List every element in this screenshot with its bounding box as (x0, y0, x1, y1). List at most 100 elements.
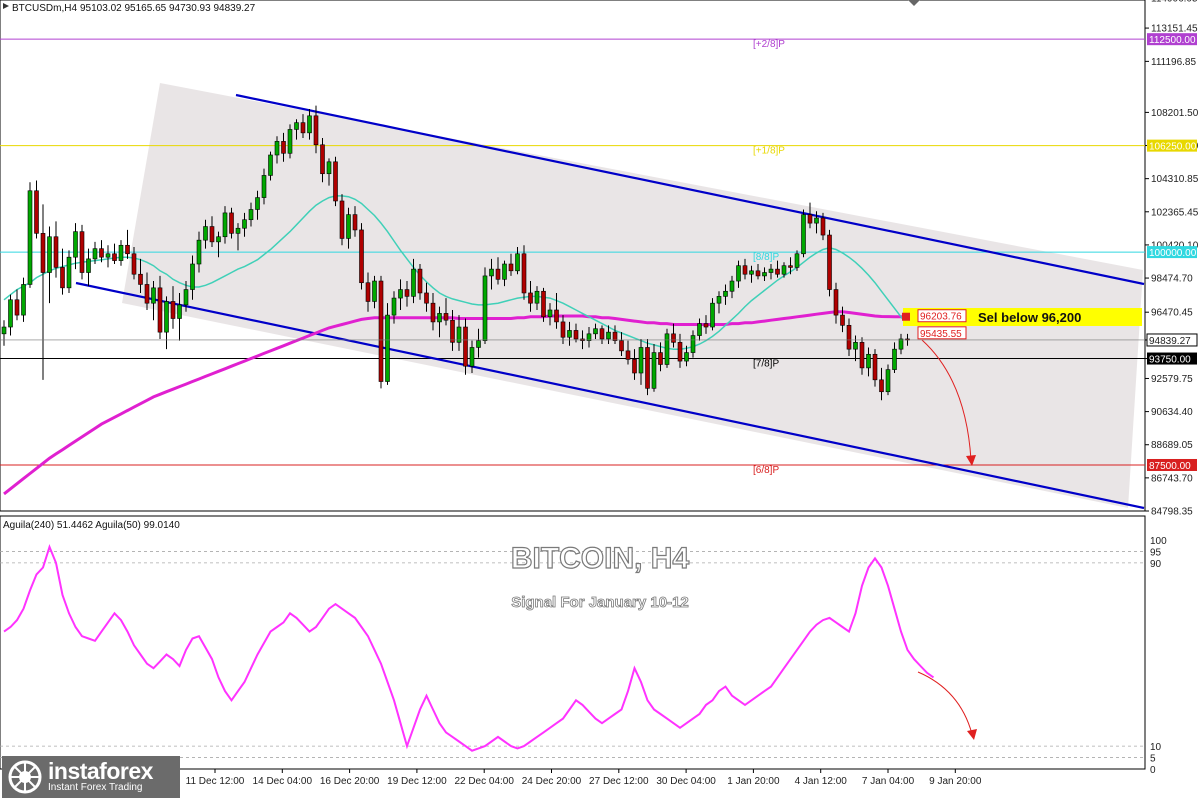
indicator-tick-label: 0 (1150, 765, 1156, 776)
candle-body (203, 226, 208, 241)
candle-body (788, 265, 793, 268)
candle-body (762, 272, 767, 277)
candle-body (534, 290, 540, 304)
candle (827, 229, 832, 297)
candle-body (508, 263, 514, 272)
candle-body (112, 253, 117, 261)
murrey-label: [8/8]P (753, 252, 779, 263)
chart-canvas: [+2/8]P [+1/8]P [8/8]P [7/8]P [6/8]P Sel bel… (0, 0, 1199, 787)
candle-body (222, 212, 228, 238)
candle-body (573, 330, 579, 340)
candle-body (833, 289, 839, 316)
candle-body (378, 280, 384, 382)
candle-body (209, 226, 215, 243)
candle-body (196, 239, 202, 265)
price-tick-label: 92579.75 (1151, 374, 1193, 385)
candle-body (801, 214, 806, 255)
candle-body (255, 197, 260, 210)
candle-body (21, 284, 26, 316)
candle-body (469, 347, 475, 367)
price-tick-label: 84798.35 (1151, 507, 1193, 518)
price-tick-label: 113151.45 (1151, 24, 1198, 35)
candle-body (723, 290, 728, 297)
candle (359, 223, 364, 290)
price-tick-label: 102365.45 (1151, 207, 1199, 218)
candle-body (664, 333, 670, 365)
candle-body (710, 302, 715, 328)
candle-body (866, 353, 871, 369)
candle-body (521, 253, 527, 294)
candle-body (157, 287, 163, 333)
candle-body (476, 340, 481, 348)
candle (710, 298, 715, 331)
candle-body (677, 342, 683, 362)
candle (339, 194, 345, 246)
time-tick-label: 16 Dec 20:00 (320, 776, 380, 787)
level-box-label: 95435.55 (920, 329, 962, 340)
candle-body (14, 299, 20, 316)
candle-body (515, 253, 520, 272)
candle (27, 182, 33, 288)
candle-body (261, 175, 267, 198)
candle-body (333, 161, 338, 202)
candle-body (859, 342, 865, 369)
candle-body (27, 190, 33, 285)
murrey-label: [+1/8]P (753, 146, 785, 157)
time-tick-label: 7 Jan 04:00 (862, 776, 915, 787)
candle-body (560, 321, 566, 338)
candle-body (1, 326, 7, 335)
candle-body (502, 263, 507, 280)
indicator-tick-label: 95 (1150, 547, 1162, 558)
time-tick-label: 4 Jan 12:00 (795, 776, 848, 787)
candle-body (391, 297, 397, 316)
candle-body (424, 292, 429, 304)
candle-body (690, 335, 696, 353)
level-tag-label: 93750.00 (1149, 355, 1191, 366)
candle-body (840, 314, 845, 326)
candle-body (73, 231, 78, 258)
candle-body (131, 253, 137, 275)
candle (287, 124, 293, 159)
candle-body (346, 214, 351, 239)
candle-body (34, 190, 39, 234)
candle-body (489, 268, 494, 277)
candle (645, 338, 650, 396)
candle-body (40, 233, 46, 273)
price-tick-label: 96470.45 (1151, 308, 1193, 319)
price-tick-label: 90634.40 (1151, 407, 1193, 418)
candle-body (385, 314, 390, 382)
candle-body (118, 244, 124, 261)
candle-body (671, 333, 676, 343)
candle-body (749, 270, 754, 275)
candle-body (404, 289, 410, 297)
time-tick-label: 22 Dec 04:00 (454, 776, 514, 787)
candle-body (853, 342, 858, 350)
price-tick-label: 108201.50 (1151, 108, 1199, 119)
candle-body (606, 331, 611, 340)
candle-body (651, 352, 657, 389)
candle (463, 318, 468, 375)
candle-body (430, 302, 436, 323)
time-tick-label: 24 Dec 20:00 (522, 776, 582, 787)
candle (333, 156, 338, 207)
candle-body (320, 144, 325, 175)
candle-body (8, 299, 13, 328)
candle-body (281, 141, 286, 154)
candle-body (554, 309, 559, 323)
murrey-label: [7/8]P (753, 359, 779, 370)
candle-body (495, 268, 501, 280)
level-marker (902, 312, 910, 321)
candle-body (612, 331, 618, 341)
time-tick-label: 11 Dec 12:00 (186, 776, 245, 787)
candle-body (846, 325, 852, 350)
candle-body (437, 313, 442, 323)
candle-body (729, 280, 735, 292)
candle-body (294, 122, 299, 130)
candle-body (216, 236, 221, 243)
indicator-axis: 1009590 1050 (1150, 536, 1167, 776)
sell-annotation: Sel below 96,200 (978, 310, 1081, 325)
candle-body (307, 115, 312, 134)
candle-body (144, 284, 150, 304)
candle-body (151, 287, 156, 304)
candle-body (742, 265, 748, 275)
